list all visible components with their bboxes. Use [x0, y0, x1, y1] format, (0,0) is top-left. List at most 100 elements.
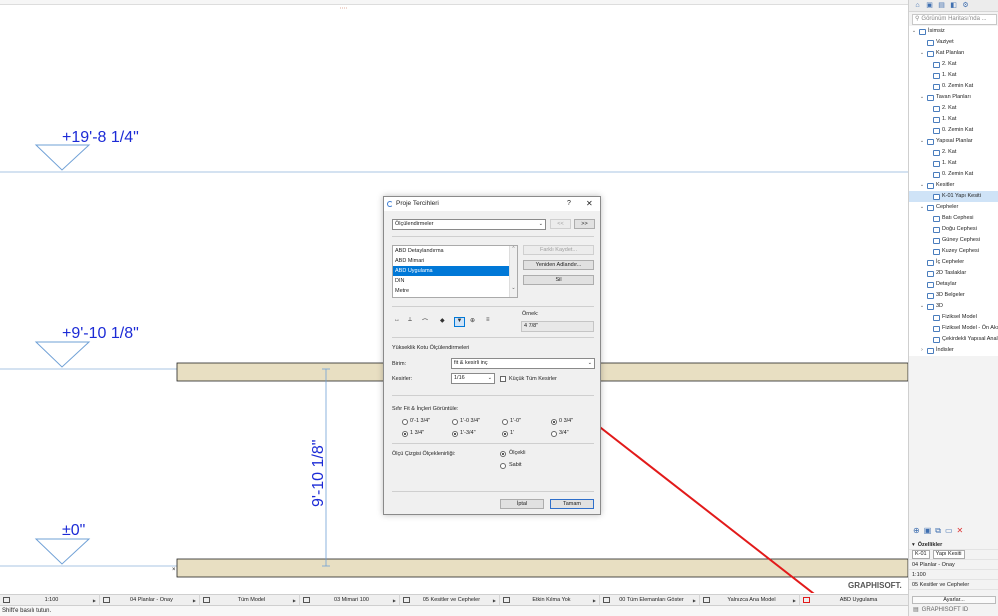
tree-item[interactable]: ⌄ Tavan Planları — [909, 92, 998, 103]
prev-page-button[interactable]: << — [550, 219, 571, 229]
category-dropdown[interactable]: Ölçülendirmeler ⌄ — [392, 219, 546, 230]
list-item[interactable]: Metre — [393, 286, 517, 296]
zero-option-radio-selected[interactable] — [502, 431, 508, 437]
zero-option-radio[interactable] — [402, 419, 408, 425]
standards-list[interactable]: ABD Detaylandırma ABD Mimari ABD Uygulam… — [392, 245, 518, 298]
tree-item[interactable]: 2D Taslaklar — [909, 268, 998, 279]
list-scrollbar[interactable]: ⌃ ⌄ — [509, 246, 517, 297]
save-as-button[interactable]: Farklı Kaydet... — [523, 245, 594, 255]
properties-id[interactable]: K-01 — [912, 550, 930, 559]
tree-item[interactable]: Doğu Cephesi — [909, 224, 998, 235]
rename-button[interactable]: Yeniden Adlandır... — [523, 260, 594, 270]
small-fractions-checkbox[interactable] — [500, 376, 506, 382]
tree-item[interactable]: Batı Cephesi — [909, 213, 998, 224]
project-map-icon[interactable]: ⌂ — [913, 2, 922, 10]
zero-option-radio-selected[interactable] — [551, 419, 557, 425]
navigator-search-input[interactable]: ⚲ Görünüm Haritası'nda ... — [912, 14, 997, 25]
delete-button[interactable]: Sil — [523, 275, 594, 285]
zero-option-radio-selected[interactable] — [402, 431, 408, 437]
scale-selector[interactable]: 1:100 ▶ — [0, 594, 100, 606]
unit-dropdown[interactable]: fit & kesirli inç ⌄ — [451, 358, 595, 369]
tree-item[interactable]: Güney Cephesi — [909, 235, 998, 246]
list-item[interactable]: DIN — [393, 276, 517, 286]
list-item[interactable]: ABD Detaylandırma — [393, 246, 517, 256]
tree-item[interactable]: › İndisler — [909, 345, 998, 356]
tree-item[interactable]: Fiziksel Model — [909, 312, 998, 323]
settings-button[interactable]: Ayarlar... — [912, 596, 996, 604]
graphic-override-selector[interactable]: 05 Kesitler ve Cepheler ▶ — [400, 594, 500, 606]
partial-structure-icon — [703, 597, 710, 603]
tab-radial-icon[interactable]: ⌒ — [422, 317, 428, 327]
tree-item[interactable]: Fiziksel Model - Ön Aksonometri — [909, 323, 998, 334]
fraction-dropdown[interactable]: 1/16 ⌄ — [451, 373, 495, 384]
tree-item[interactable]: 1. Kat — [909, 70, 998, 81]
tab-linear-icon[interactable]: ↔ — [394, 317, 400, 327]
tree-item[interactable]: ⌄ Cepheler — [909, 202, 998, 213]
dimension-standard-selector[interactable]: ABD Uygulama — [800, 594, 908, 606]
dialog-titlebar[interactable]: Proje Tercihleri ? ✕ — [384, 197, 600, 211]
navigator-tree[interactable]: ⌄ İsimsiz Vaziyet ⌄ Kat Planları 2. Kat 1.… — [909, 26, 998, 356]
tab-spot-icon[interactable]: ⊕ — [470, 317, 475, 327]
tab-angle-icon[interactable]: ⟂ — [408, 317, 412, 327]
tree-item[interactable]: Vaziyet — [909, 37, 998, 48]
tab-area-icon[interactable]: ≡ — [486, 317, 490, 327]
tree-item[interactable]: ⌄ Yapısal Planlar — [909, 136, 998, 147]
clone-icon[interactable]: ⧉ — [935, 526, 941, 536]
tree-item[interactable]: Çekirdekli Yapısal Analiz Modeli — [909, 334, 998, 345]
ok-button[interactable]: Tamam — [550, 499, 594, 509]
pen-set-selector[interactable]: 03 Mimari 100 ▶ — [300, 594, 400, 606]
tree-item[interactable]: ⌄ Kat Planları — [909, 48, 998, 59]
tree-item[interactable]: 3D Belgeler — [909, 290, 998, 301]
new-view-icon[interactable]: ⊕ — [913, 526, 920, 536]
list-item[interactable]: ABD Mimari — [393, 256, 517, 266]
scaling-fixed-radio[interactable] — [500, 463, 506, 469]
tree-item[interactable]: 1. Kat — [909, 114, 998, 125]
tree-item[interactable]: 2. Kat — [909, 103, 998, 114]
next-page-button[interactable]: >> — [574, 219, 595, 229]
tab-elevation-icon[interactable]: ▼ — [454, 317, 465, 327]
settings-icon[interactable]: ⚙ — [961, 2, 970, 10]
view-map-icon[interactable]: ▣ — [925, 2, 934, 10]
layer-combination-selector[interactable]: 04 Planlar - Onay ▶ — [100, 594, 200, 606]
tree-item[interactable]: 2. Kat — [909, 59, 998, 70]
tree-item[interactable]: 0. Zemin Kat — [909, 125, 998, 136]
open-icon[interactable]: ▭ — [945, 526, 953, 536]
properties-name[interactable]: Yapı Kesiti — [932, 550, 965, 559]
fraction-value: 1/16 — [454, 375, 465, 381]
new-folder-icon[interactable]: ▣ — [924, 526, 932, 536]
tree-item[interactable]: Detaylar — [909, 279, 998, 290]
tree-item[interactable]: ⌄ Kesitler — [909, 180, 998, 191]
publisher-icon[interactable]: ◧ — [949, 2, 958, 10]
list-item-selected[interactable]: ABD Uygulama — [393, 266, 517, 276]
properties-header[interactable]: ▾ Özellikler — [909, 540, 998, 550]
structural-function-selector[interactable]: 00 Tüm Elemanları Göster ▶ — [600, 594, 700, 606]
cancel-button[interactable]: İptal — [500, 499, 544, 509]
close-button[interactable]: ✕ — [586, 197, 593, 211]
help-button[interactable]: ? — [567, 197, 571, 211]
delete-icon[interactable]: ✕ — [957, 526, 964, 536]
example-preview: 4 7/8" — [521, 321, 594, 332]
zero-option-radio[interactable] — [452, 419, 458, 425]
tree-item-selected[interactable]: K-01 Yapı Kesiti — [909, 191, 998, 202]
tree-item[interactable]: İç Cepheler — [909, 257, 998, 268]
renovation-filter-selector[interactable]: Etkin Kılma Yok ▶ — [500, 594, 600, 606]
tree-item[interactable]: 0. Zemin Kat — [909, 81, 998, 92]
partial-structure-selector[interactable]: Yalnızca Ana Model ▶ — [700, 594, 800, 606]
tree-item[interactable]: 2. Kat — [909, 147, 998, 158]
graphisoft-id-bar[interactable]: ▤ GRAPHISOFT ID — [909, 605, 998, 616]
properties-id-row: K-01 Yapı Kesiti — [909, 550, 998, 560]
properties-section-row: 05 Kesitler ve Cepheler — [909, 580, 998, 590]
model-view-selector[interactable]: Tüm Model ▶ — [200, 594, 300, 606]
tab-level-icon[interactable]: ◆ — [440, 317, 445, 327]
tree-item[interactable]: ⌄ 3D — [909, 301, 998, 312]
scaling-scaled-radio[interactable] — [500, 451, 506, 457]
tree-item[interactable]: Kuzey Cephesi — [909, 246, 998, 257]
zero-option-radio[interactable] — [551, 431, 557, 437]
navigator-actions: ⊕ ▣ ⧉ ▭ ✕ — [909, 522, 998, 540]
zero-option-radio[interactable] — [502, 419, 508, 425]
tree-item[interactable]: 0. Zemin Kat — [909, 169, 998, 180]
layout-book-icon[interactable]: ▤ — [937, 2, 946, 10]
tree-item[interactable]: 1. Kat — [909, 158, 998, 169]
tree-item[interactable]: ⌄ İsimsiz — [909, 26, 998, 37]
zero-option-radio-selected[interactable] — [452, 431, 458, 437]
